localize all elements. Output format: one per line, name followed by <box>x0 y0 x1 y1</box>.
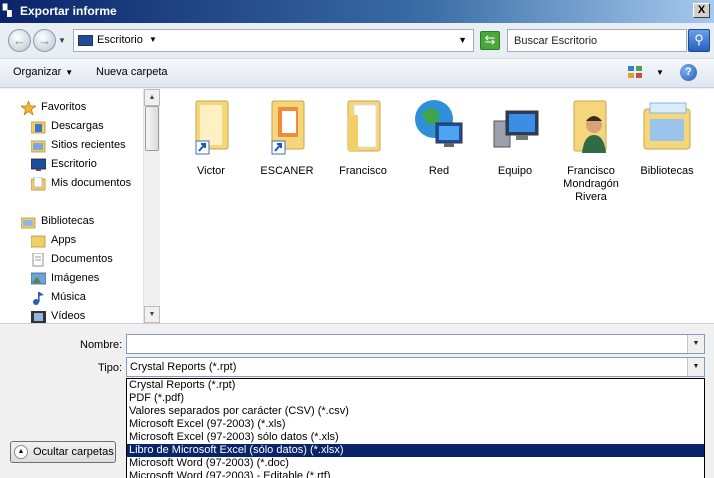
desktop-icon <box>30 158 47 172</box>
filetype-option[interactable]: Microsoft Word (97-2003) (*.doc) <box>127 457 704 470</box>
music-icon <box>31 291 46 305</box>
chevron-down-icon[interactable]: ▼ <box>687 335 704 353</box>
star-icon <box>19 100 38 116</box>
computer-item[interactable]: Equipo <box>478 95 552 178</box>
filetype-option-selected[interactable]: Libro de Microsoft Excel (sólo datos) (*… <box>127 444 704 457</box>
address-location: Escritorio <box>97 34 143 46</box>
chevron-up-icon: ▲ <box>14 445 28 459</box>
filetype-option[interactable]: Microsoft Word (97-2003) - Editable (*.r… <box>127 470 704 478</box>
folder-icon <box>30 234 46 248</box>
scroll-up-icon[interactable]: ▲ <box>144 89 160 106</box>
title-bar: ▚ Exportar informe X <box>0 0 714 23</box>
filetype-selected-value: Crystal Reports (*.rpt) <box>130 361 237 373</box>
recent-places-icon <box>30 139 46 153</box>
window-title: Exportar informe <box>20 4 117 18</box>
folder-item-francisco[interactable]: Francisco <box>326 95 400 178</box>
recent-locations-dropdown[interactable]: ▼ <box>58 36 66 45</box>
folder-shortcut-icon <box>184 95 238 161</box>
documents-icon <box>30 176 46 191</box>
navigation-scrollbar[interactable]: ▲ ▼ <box>143 89 160 323</box>
user-folder-item[interactable]: Francisco Mondragón Rivera <box>554 95 628 204</box>
close-button[interactable]: X <box>693 3 710 18</box>
save-form-area: Nombre: ▼ Tipo: Crystal Reports (*.rpt) … <box>0 323 714 478</box>
filetype-option[interactable]: Valores separados por carácter (CSV) (*.… <box>127 405 704 418</box>
desktop-icon <box>78 35 93 46</box>
chevron-down-icon: ▼ <box>65 68 74 77</box>
command-toolbar: Organizar ▼ Nueva carpeta ▼ ? <box>0 59 714 88</box>
view-options-dropdown[interactable]: ▼ <box>656 68 664 77</box>
network-item[interactable]: Red <box>402 95 476 178</box>
document-library-icon <box>31 252 46 267</box>
folder-icon <box>336 95 390 161</box>
forward-button[interactable]: → <box>33 29 56 52</box>
hide-folders-button[interactable]: ▲ Ocultar carpetas <box>10 441 116 463</box>
search-icon: ⚲ <box>694 32 704 47</box>
folder-item-escaner[interactable]: ESCANER <box>250 95 324 178</box>
filetype-label: Tipo: <box>98 362 123 374</box>
search-button[interactable]: ⚲ <box>688 29 710 52</box>
folder-shortcut-icon <box>260 95 314 161</box>
network-icon <box>412 95 466 161</box>
chevron-down-icon[interactable]: ▼ <box>687 358 704 376</box>
libraries-item[interactable]: Bibliotecas <box>630 95 704 178</box>
filetype-option[interactable]: Crystal Reports (*.rpt) <box>127 379 704 392</box>
new-folder-button[interactable]: Nueva carpeta <box>96 66 168 78</box>
breadcrumb-chevron-icon[interactable]: ▼ <box>149 35 157 44</box>
change-view-button[interactable] <box>628 66 644 80</box>
address-bar: ← → ▼ Escritorio ▼ ▼ ⇆ Buscar Escritorio… <box>0 23 714 59</box>
folder-item-victor[interactable]: Victor <box>174 95 248 178</box>
libraries-icon <box>20 215 36 229</box>
filetype-option[interactable]: Microsoft Excel (97-2003) sólo datos (*.… <box>127 431 704 444</box>
filetype-option[interactable]: PDF (*.pdf) <box>127 392 704 405</box>
help-button[interactable]: ? <box>680 64 697 81</box>
videos-icon <box>31 310 46 323</box>
filetype-select[interactable]: Crystal Reports (*.rpt) ▼ <box>126 357 705 377</box>
hide-folders-label: Ocultar carpetas <box>33 446 114 458</box>
filetype-option[interactable]: Microsoft Excel (97-2003) (*.xls) <box>127 418 704 431</box>
app-icon: ▚ <box>3 5 12 17</box>
download-folder-icon <box>30 120 46 134</box>
organize-menu[interactable]: Organizar ▼ <box>13 66 73 78</box>
back-button[interactable]: ← <box>8 29 31 52</box>
organize-label: Organizar <box>13 66 62 78</box>
refresh-button[interactable]: ⇆ <box>480 31 500 50</box>
computer-icon <box>488 95 542 161</box>
address-dropdown-icon[interactable]: ▼ <box>458 35 467 45</box>
user-folder-icon <box>564 95 618 161</box>
navigation-pane: Favoritos Descargas Sitios recientes Esc… <box>0 89 143 323</box>
filename-field[interactable]: ▼ <box>126 334 705 354</box>
pictures-icon <box>30 272 47 286</box>
libraries-icon <box>640 95 694 161</box>
filetype-dropdown-list: Crystal Reports (*.rpt) PDF (*.pdf) Valo… <box>126 378 705 478</box>
search-placeholder: Buscar Escritorio <box>514 35 598 47</box>
scrollbar-thumb[interactable] <box>145 106 159 151</box>
filename-label: Nombre: <box>80 339 123 351</box>
file-list-area: Victor ESCANER Francisco Red Equipo Fran… <box>160 89 714 323</box>
search-input[interactable]: Buscar Escritorio <box>507 29 687 52</box>
address-field[interactable]: Escritorio ▼ ▼ <box>73 29 474 52</box>
scroll-down-icon[interactable]: ▼ <box>144 306 160 323</box>
